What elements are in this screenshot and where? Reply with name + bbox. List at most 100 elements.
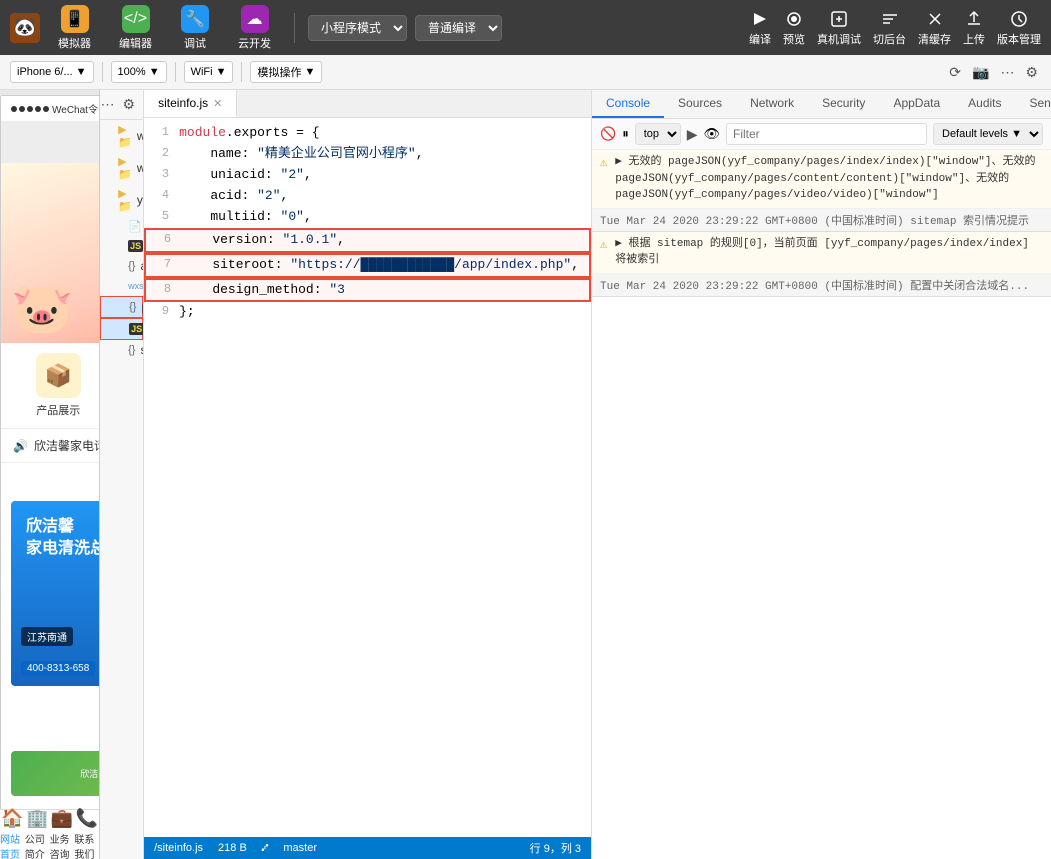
speaker-icon: 🔊 bbox=[13, 439, 28, 453]
debugger-btn[interactable]: 🔧 调试 bbox=[170, 1, 220, 55]
statusbar-position: 行 9，列 3 bbox=[530, 840, 581, 856]
warn-icon-1: ⚠ bbox=[600, 237, 607, 252]
file-icon-sitemap: {} bbox=[128, 344, 135, 356]
compile-select[interactable]: 普通编译 bbox=[415, 15, 502, 41]
preview-btn[interactable]: 预览 bbox=[783, 9, 805, 47]
product-section: 产品展示 欣洁馨家电清洗 风险创业—立就成... bbox=[1, 718, 100, 801]
signal-dots bbox=[11, 106, 49, 112]
video-section-title: 视频展示 bbox=[11, 473, 100, 493]
compile-btn[interactable]: 编译 bbox=[749, 9, 771, 47]
cloud-btn[interactable]: ☁ 云开发 bbox=[228, 1, 281, 55]
divider-1 bbox=[294, 13, 295, 43]
file-gitignore[interactable]: 📄 .gitignore bbox=[100, 216, 143, 236]
nav-contact[interactable]: 📞 联系我们 bbox=[74, 808, 99, 853]
top-select[interactable]: top bbox=[635, 123, 681, 145]
screenshot-btn[interactable]: 📷 bbox=[969, 61, 992, 84]
log-divider-0: Tue Mar 24 2020 23:29:22 GMT+0800 (中国标准时… bbox=[592, 209, 1051, 232]
upload-btn[interactable]: 上传 bbox=[963, 9, 985, 47]
nav-about[interactable]: 🏢 公司简介 bbox=[25, 808, 50, 853]
zoom-select[interactable]: 100% ▼ bbox=[111, 61, 167, 83]
log-divider-1: Tue Mar 24 2020 23:29:22 GMT+0800 (中国标准时… bbox=[592, 274, 1051, 297]
code-line-6: 6 version: "1.0.1", bbox=[144, 228, 591, 253]
debug-tab-sources[interactable]: Sources bbox=[664, 90, 736, 118]
video-section: 视频展示 欣洁馨家电清洗总部 ▶ 江苏南通 400-8313-658 公司介绍 bbox=[1, 463, 100, 718]
file-appwxss[interactable]: wxss app.wxss bbox=[100, 276, 143, 296]
eye-btn[interactable]: 👁 bbox=[703, 126, 720, 142]
rotate-btn[interactable]: ⟳ bbox=[946, 61, 964, 84]
log-text-0: ▶ 无效的 pageJSON(yyf_company/pages/index/i… bbox=[615, 154, 1035, 204]
settings-btn[interactable]: ⚙ bbox=[1022, 61, 1041, 84]
nav-home[interactable]: 🏠 网站首页 bbox=[0, 808, 25, 853]
toolbar-right: 编译 预览 真机调试 切后台 清缓存 上传 版本管理 bbox=[749, 9, 1041, 47]
switch-btn[interactable]: 切后台 bbox=[873, 9, 906, 47]
statusbar-size: 218 B bbox=[218, 842, 247, 854]
banner-pig: 🐷 bbox=[11, 279, 73, 338]
video-company-text: 欣洁馨家电清洗总部 bbox=[26, 516, 100, 561]
product-thumbs: 欣洁馨家电清洗 风险创业—立就成... bbox=[11, 751, 100, 796]
video-thumbnail[interactable]: 欣洁馨家电清洗总部 ▶ 江苏南通 400-8313-658 bbox=[11, 501, 100, 686]
real-debug-btn[interactable]: 真机调试 bbox=[817, 9, 861, 47]
tab-siteinfo-label: siteinfo.js bbox=[158, 96, 208, 110]
refresh-btn[interactable]: ⚙ bbox=[121, 94, 138, 115]
folder-icon-we7: ▶ 📁 bbox=[118, 123, 132, 149]
debug-tab-sensor[interactable]: Sensor bbox=[1016, 90, 1051, 118]
file-projectconfig[interactable]: {} project.config... tv bbox=[100, 296, 143, 318]
video-phone: 400-8313-658 bbox=[21, 661, 95, 676]
editor-icon: </> bbox=[122, 5, 150, 33]
device-select[interactable]: iPhone 6/... ▼ bbox=[10, 61, 94, 83]
file-icon-appjs: JS bbox=[128, 240, 143, 252]
mode-select[interactable]: 小程序模式 bbox=[308, 15, 407, 41]
filter-input[interactable] bbox=[726, 123, 927, 145]
debug-tab-appdata[interactable]: AppData bbox=[879, 90, 954, 118]
debug-tab-network[interactable]: Network bbox=[736, 90, 808, 118]
warn-icon-0: ⚠ bbox=[600, 155, 607, 170]
more-options-btn[interactable]: ⋯ bbox=[100, 94, 116, 115]
menu-item-0[interactable]: 📦 产品展示 bbox=[36, 353, 81, 418]
triangle-icon: ▶ bbox=[687, 126, 698, 143]
folder-yyf-company[interactable]: ▶ 📁 yyf_company bbox=[100, 184, 143, 216]
pause-btn[interactable]: ⏸ bbox=[622, 126, 629, 142]
menu-label-0: 产品展示 bbox=[36, 402, 80, 418]
version-btn[interactable]: 版本管理 bbox=[997, 9, 1041, 47]
file-appjs[interactable]: JS app.js bbox=[100, 236, 143, 256]
file-appjson[interactable]: {} app.json bbox=[100, 256, 143, 276]
folder-wxparse[interactable]: ▶ 📁 wxParse bbox=[100, 152, 143, 184]
editor-btn[interactable]: </> 编辑器 bbox=[109, 1, 162, 55]
product-section-title: 产品展示 bbox=[11, 723, 100, 743]
code-content[interactable]: 1 module.exports = { 2 name: "精美企业公司官网小程… bbox=[144, 118, 591, 837]
nav-contact-label: 联系我们 bbox=[74, 831, 99, 853]
log-text-1: ▶ 根据 sitemap 的规则[0]，当前页面 [yyf_company/pa… bbox=[615, 236, 1043, 269]
file-icon-projectconfig: {} bbox=[129, 301, 136, 313]
nav-consult[interactable]: 💼 业务咨询 bbox=[50, 808, 75, 853]
divider-2 bbox=[102, 62, 103, 82]
clear-btn[interactable]: 清缓存 bbox=[918, 9, 951, 47]
debug-tab-audits[interactable]: Audits bbox=[954, 90, 1015, 118]
code-line-7: 7 siteroot: "https://████████████/app/in… bbox=[144, 253, 591, 278]
code-line-3: 3 uniacid: "2", bbox=[144, 165, 591, 186]
statusbar-branch: master bbox=[283, 842, 317, 854]
file-siteinfo[interactable]: JS siteinfo.js bbox=[100, 318, 143, 340]
debugger-icon: 🔧 bbox=[181, 5, 209, 33]
operation-select[interactable]: 模拟操作 ▼ bbox=[250, 61, 322, 83]
clear-console-btn[interactable]: 🚫 bbox=[600, 126, 616, 142]
menu-icon-0: 📦 bbox=[36, 353, 81, 398]
tab-siteinfo-close[interactable]: ✕ bbox=[213, 97, 222, 110]
debug-tab-console[interactable]: Console bbox=[592, 90, 664, 118]
debug-log-area: ⚠ ▶ 无效的 pageJSON(yyf_company/pages/index… bbox=[592, 150, 1051, 859]
network-select[interactable]: WiFi ▼ bbox=[184, 61, 234, 83]
debug-toolbar: 🚫 ⏸ top ▶ 👁 Default levels ▼ bbox=[592, 119, 1051, 150]
file-sitemapjson[interactable]: {} sitemap.json bbox=[100, 340, 143, 360]
more-btn[interactable]: ⋯ bbox=[997, 61, 1017, 84]
simulator-panel: WeChat令 23:31 100% 🔋 欣洁馨 ••• ⊙ bbox=[0, 90, 100, 859]
debug-tab-security[interactable]: Security bbox=[808, 90, 879, 118]
announcement-text: 欣洁馨家电请加盟热线400-8313658 bbox=[34, 437, 100, 454]
home-icon: 🏠 bbox=[1, 808, 23, 829]
product-thumb-1: 欣洁馨家电清洗 bbox=[11, 751, 100, 796]
status-bar: WeChat令 23:31 100% 🔋 bbox=[1, 96, 100, 121]
contact-icon: 📞 bbox=[76, 808, 98, 829]
level-select[interactable]: Default levels ▼ bbox=[933, 123, 1043, 145]
folder-we7[interactable]: ▶ 📁 we7 bbox=[100, 120, 143, 152]
simulator-btn[interactable]: 📱 模拟器 bbox=[48, 1, 101, 55]
file-icon-gitignore: 📄 bbox=[128, 220, 142, 233]
tab-siteinfo[interactable]: siteinfo.js ✕ bbox=[144, 90, 237, 117]
